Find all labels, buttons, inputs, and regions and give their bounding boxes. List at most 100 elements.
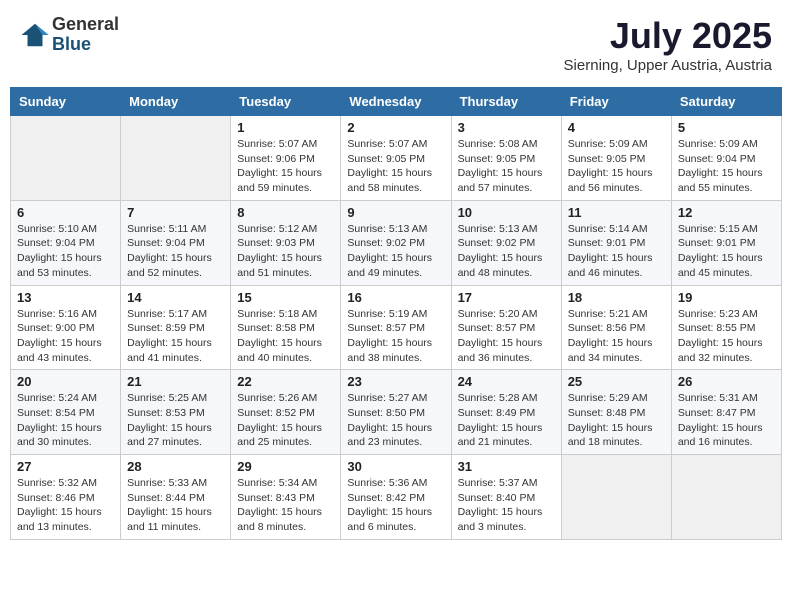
calendar-cell: 21 Sunrise: 5:25 AM Sunset: 8:53 PM Dayli… bbox=[121, 370, 231, 455]
day-number: 19 bbox=[678, 290, 775, 305]
day-info: Sunrise: 5:37 AM Sunset: 8:40 PM Dayligh… bbox=[458, 476, 555, 535]
calendar-cell: 3Sunrise: 5:08 AM Sunset: 9:05 PM Daylig… bbox=[451, 116, 561, 201]
day-info: Sunrise: 5:24 AM Sunset: 8:54 PM Dayligh… bbox=[17, 391, 114, 450]
day-info: Sunrise: 5:07 AM Sunset: 9:05 PM Dayligh… bbox=[347, 137, 444, 196]
calendar-cell: 8 Sunrise: 5:12 AM Sunset: 9:03 PM Daylig… bbox=[231, 200, 341, 285]
day-number: 25 bbox=[568, 374, 665, 389]
day-info: Sunrise: 5:12 AM Sunset: 9:03 PM Dayligh… bbox=[237, 222, 334, 281]
calendar-cell: 14Sunrise: 5:17 AM Sunset: 8:59 PM Dayli… bbox=[121, 285, 231, 370]
logo-blue: Blue bbox=[52, 35, 119, 55]
day-info: Sunrise: 5:21 AM Sunset: 8:56 PM Dayligh… bbox=[568, 307, 665, 366]
day-number: 15 bbox=[237, 290, 334, 305]
day-number: 31 bbox=[458, 459, 555, 474]
weekday-header: Thursday bbox=[451, 88, 561, 116]
weekday-header: Sunday bbox=[11, 88, 121, 116]
calendar-cell: 25 Sunrise: 5:29 AM Sunset: 8:48 PM Dayli… bbox=[561, 370, 671, 455]
day-number: 7 bbox=[127, 205, 224, 220]
day-number: 21 bbox=[127, 374, 224, 389]
calendar-cell: 15 Sunrise: 5:18 AM Sunset: 8:58 PM Dayli… bbox=[231, 285, 341, 370]
day-info: Sunrise: 5:18 AM Sunset: 8:58 PM Dayligh… bbox=[237, 307, 334, 366]
day-info: Sunrise: 5:09 AM Sunset: 9:04 PM Dayligh… bbox=[678, 137, 775, 196]
day-number: 29 bbox=[237, 459, 334, 474]
day-info: Sunrise: 5:15 AM Sunset: 9:01 PM Dayligh… bbox=[678, 222, 775, 281]
day-info: Sunrise: 5:28 AM Sunset: 8:49 PM Dayligh… bbox=[458, 391, 555, 450]
calendar-cell: 31 Sunrise: 5:37 AM Sunset: 8:40 PM Dayli… bbox=[451, 455, 561, 540]
day-info: Sunrise: 5:36 AM Sunset: 8:42 PM Dayligh… bbox=[347, 476, 444, 535]
calendar-cell: 9 Sunrise: 5:13 AM Sunset: 9:02 PM Daylig… bbox=[341, 200, 451, 285]
calendar-cell: 28 Sunrise: 5:33 AM Sunset: 8:44 PM Dayli… bbox=[121, 455, 231, 540]
weekday-header: Friday bbox=[561, 88, 671, 116]
day-info: Sunrise: 5:29 AM Sunset: 8:48 PM Dayligh… bbox=[568, 391, 665, 450]
day-info: Sunrise: 5:31 AM Sunset: 8:47 PM Dayligh… bbox=[678, 391, 775, 450]
calendar-cell: 19 Sunrise: 5:23 AM Sunset: 8:55 PM Dayli… bbox=[671, 285, 781, 370]
day-number: 30 bbox=[347, 459, 444, 474]
day-number: 6 bbox=[17, 205, 114, 220]
day-number: 4 bbox=[568, 120, 665, 135]
weekday-header-row: SundayMondayTuesdayWednesdayThursdayFrid… bbox=[11, 88, 782, 116]
calendar-cell bbox=[121, 116, 231, 201]
calendar-week-row: 6 Sunrise: 5:10 AM Sunset: 9:04 PM Daylig… bbox=[11, 200, 782, 285]
calendar-cell: 11 Sunrise: 5:14 AM Sunset: 9:01 PM Dayli… bbox=[561, 200, 671, 285]
day-number: 11 bbox=[568, 205, 665, 220]
day-info: Sunrise: 5:14 AM Sunset: 9:01 PM Dayligh… bbox=[568, 222, 665, 281]
calendar-cell: 13 Sunrise: 5:16 AM Sunset: 9:00 PM Dayli… bbox=[11, 285, 121, 370]
day-info: Sunrise: 5:10 AM Sunset: 9:04 PM Dayligh… bbox=[17, 222, 114, 281]
calendar-cell: 17Sunrise: 5:20 AM Sunset: 8:57 PM Dayli… bbox=[451, 285, 561, 370]
calendar-cell: 27Sunrise: 5:32 AM Sunset: 8:46 PM Dayli… bbox=[11, 455, 121, 540]
logo-icon bbox=[20, 20, 50, 50]
day-info: Sunrise: 5:34 AM Sunset: 8:43 PM Dayligh… bbox=[237, 476, 334, 535]
calendar-week-row: 13 Sunrise: 5:16 AM Sunset: 9:00 PM Dayli… bbox=[11, 285, 782, 370]
day-number: 9 bbox=[347, 205, 444, 220]
calendar-week-row: 27Sunrise: 5:32 AM Sunset: 8:46 PM Dayli… bbox=[11, 455, 782, 540]
day-info: Sunrise: 5:13 AM Sunset: 9:02 PM Dayligh… bbox=[458, 222, 555, 281]
location: Sierning, Upper Austria, Austria bbox=[564, 57, 772, 74]
calendar-cell: 6 Sunrise: 5:10 AM Sunset: 9:04 PM Daylig… bbox=[11, 200, 121, 285]
logo: General Blue bbox=[20, 15, 119, 55]
calendar-cell: 5 Sunrise: 5:09 AM Sunset: 9:04 PM Daylig… bbox=[671, 116, 781, 201]
day-info: Sunrise: 5:17 AM Sunset: 8:59 PM Dayligh… bbox=[127, 307, 224, 366]
day-number: 8 bbox=[237, 205, 334, 220]
calendar-cell: 12Sunrise: 5:15 AM Sunset: 9:01 PM Dayli… bbox=[671, 200, 781, 285]
day-info: Sunrise: 5:11 AM Sunset: 9:04 PM Dayligh… bbox=[127, 222, 224, 281]
day-info: Sunrise: 5:23 AM Sunset: 8:55 PM Dayligh… bbox=[678, 307, 775, 366]
day-info: Sunrise: 5:25 AM Sunset: 8:53 PM Dayligh… bbox=[127, 391, 224, 450]
month-year: July 2025 bbox=[564, 15, 772, 57]
calendar-cell: 2 Sunrise: 5:07 AM Sunset: 9:05 PM Daylig… bbox=[341, 116, 451, 201]
day-info: Sunrise: 5:13 AM Sunset: 9:02 PM Dayligh… bbox=[347, 222, 444, 281]
calendar-cell: 16Sunrise: 5:19 AM Sunset: 8:57 PM Dayli… bbox=[341, 285, 451, 370]
logo-text: General Blue bbox=[52, 15, 119, 55]
calendar-cell: 20 Sunrise: 5:24 AM Sunset: 8:54 PM Dayli… bbox=[11, 370, 121, 455]
calendar-cell: 1Sunrise: 5:07 AM Sunset: 9:06 PM Daylig… bbox=[231, 116, 341, 201]
day-info: Sunrise: 5:33 AM Sunset: 8:44 PM Dayligh… bbox=[127, 476, 224, 535]
day-number: 10 bbox=[458, 205, 555, 220]
calendar-cell: 26 Sunrise: 5:31 AM Sunset: 8:47 PM Dayli… bbox=[671, 370, 781, 455]
calendar-cell: 10 Sunrise: 5:13 AM Sunset: 9:02 PM Dayli… bbox=[451, 200, 561, 285]
calendar-week-row: 20 Sunrise: 5:24 AM Sunset: 8:54 PM Dayli… bbox=[11, 370, 782, 455]
day-info: Sunrise: 5:26 AM Sunset: 8:52 PM Dayligh… bbox=[237, 391, 334, 450]
day-number: 24 bbox=[458, 374, 555, 389]
calendar-cell: 18 Sunrise: 5:21 AM Sunset: 8:56 PM Dayli… bbox=[561, 285, 671, 370]
logo-general: General bbox=[52, 15, 119, 35]
day-number: 2 bbox=[347, 120, 444, 135]
day-number: 18 bbox=[568, 290, 665, 305]
calendar-cell bbox=[561, 455, 671, 540]
day-number: 1 bbox=[237, 120, 334, 135]
day-number: 20 bbox=[17, 374, 114, 389]
weekday-header: Monday bbox=[121, 88, 231, 116]
calendar-cell bbox=[11, 116, 121, 201]
day-number: 23 bbox=[347, 374, 444, 389]
calendar-cell bbox=[671, 455, 781, 540]
day-info: Sunrise: 5:27 AM Sunset: 8:50 PM Dayligh… bbox=[347, 391, 444, 450]
day-info: Sunrise: 5:16 AM Sunset: 9:00 PM Dayligh… bbox=[17, 307, 114, 366]
calendar-cell: 4Sunrise: 5:09 AM Sunset: 9:05 PM Daylig… bbox=[561, 116, 671, 201]
calendar-cell: 29 Sunrise: 5:34 AM Sunset: 8:43 PM Dayli… bbox=[231, 455, 341, 540]
day-info: Sunrise: 5:19 AM Sunset: 8:57 PM Dayligh… bbox=[347, 307, 444, 366]
day-number: 26 bbox=[678, 374, 775, 389]
day-number: 22 bbox=[237, 374, 334, 389]
calendar-cell: 22 Sunrise: 5:26 AM Sunset: 8:52 PM Dayli… bbox=[231, 370, 341, 455]
day-number: 28 bbox=[127, 459, 224, 474]
calendar-week-row: 1Sunrise: 5:07 AM Sunset: 9:06 PM Daylig… bbox=[11, 116, 782, 201]
day-number: 13 bbox=[17, 290, 114, 305]
calendar-cell: 23 Sunrise: 5:27 AM Sunset: 8:50 PM Dayli… bbox=[341, 370, 451, 455]
day-number: 5 bbox=[678, 120, 775, 135]
